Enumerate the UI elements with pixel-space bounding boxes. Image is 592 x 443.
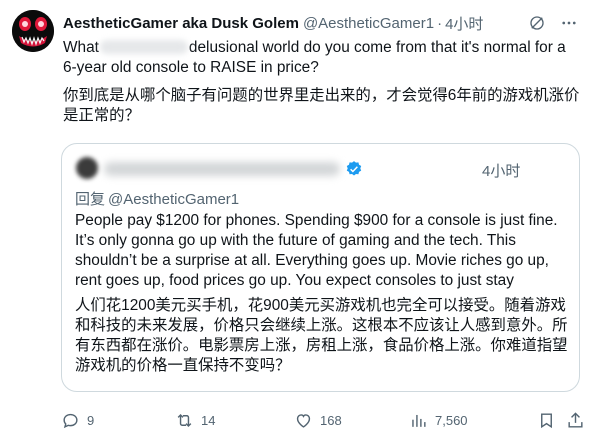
separator-dot: · xyxy=(437,14,443,32)
heart-icon xyxy=(296,413,311,428)
tweet-text-english: What delusional world do you come from th… xyxy=(63,38,583,78)
tweet-text-translation: 你到底是从哪个脑子有问题的世界里走出来的，才会觉得6年前的游戏机涨价是正常的？ xyxy=(63,87,580,124)
reply-count: 9 xyxy=(87,412,95,428)
reply-to-handle[interactable]: @AestheticGamer1 xyxy=(108,191,239,208)
like-button[interactable]: 168 xyxy=(294,410,342,430)
views-chart-icon xyxy=(412,414,426,427)
quoted-text-translation: 人们花1200美元买手机，花900美元买游戏机也完全可以接受。随着游戏和科技的未… xyxy=(75,297,568,374)
quoted-tweet[interactable]: 4小时 回复 @AestheticGamer1 People pay $1200 … xyxy=(61,143,580,392)
author-display-name[interactable]: AestheticGamer aka Dusk Golem xyxy=(63,15,299,32)
share-button[interactable] xyxy=(566,410,592,430)
quoted-text-english: People pay $1200 for phones. Spending $9… xyxy=(75,212,558,289)
quoted-reply-context: 回复 @AestheticGamer1 xyxy=(75,188,239,209)
verified-badge-icon xyxy=(346,161,362,176)
quoted-author-name-blurred xyxy=(104,162,340,176)
views-count: 7,560 xyxy=(435,412,468,428)
repost-icon xyxy=(177,413,192,427)
reply-button[interactable]: 9 xyxy=(61,410,94,430)
author-handle[interactable]: @AestheticGamer1 xyxy=(303,15,434,32)
like-count: 168 xyxy=(320,412,342,428)
repost-button[interactable]: 14 xyxy=(175,410,215,430)
more-options-icon[interactable] xyxy=(560,14,578,32)
bookmark-icon xyxy=(541,412,552,428)
tweet-text-start: What xyxy=(63,39,99,56)
grok-icon[interactable] xyxy=(528,14,546,32)
bookmark-button[interactable] xyxy=(537,410,563,430)
reply-prefix: 回复 xyxy=(75,191,106,208)
tweet-timestamp[interactable]: 4小时 xyxy=(445,13,483,34)
reply-icon xyxy=(63,413,78,428)
share-icon xyxy=(568,411,583,428)
quoted-author-avatar xyxy=(76,157,98,179)
action-bar: 9 14 168 7,560 xyxy=(61,410,583,432)
author-avatar[interactable] xyxy=(12,10,54,52)
views-button[interactable]: 7,560 xyxy=(409,410,468,430)
censored-word-blur xyxy=(99,40,188,54)
tweet-header: AestheticGamer aka Dusk Golem @Aesthetic… xyxy=(63,13,580,33)
quoted-tweet-timestamp[interactable]: 4小时 xyxy=(482,160,520,181)
repost-count: 14 xyxy=(201,412,216,428)
